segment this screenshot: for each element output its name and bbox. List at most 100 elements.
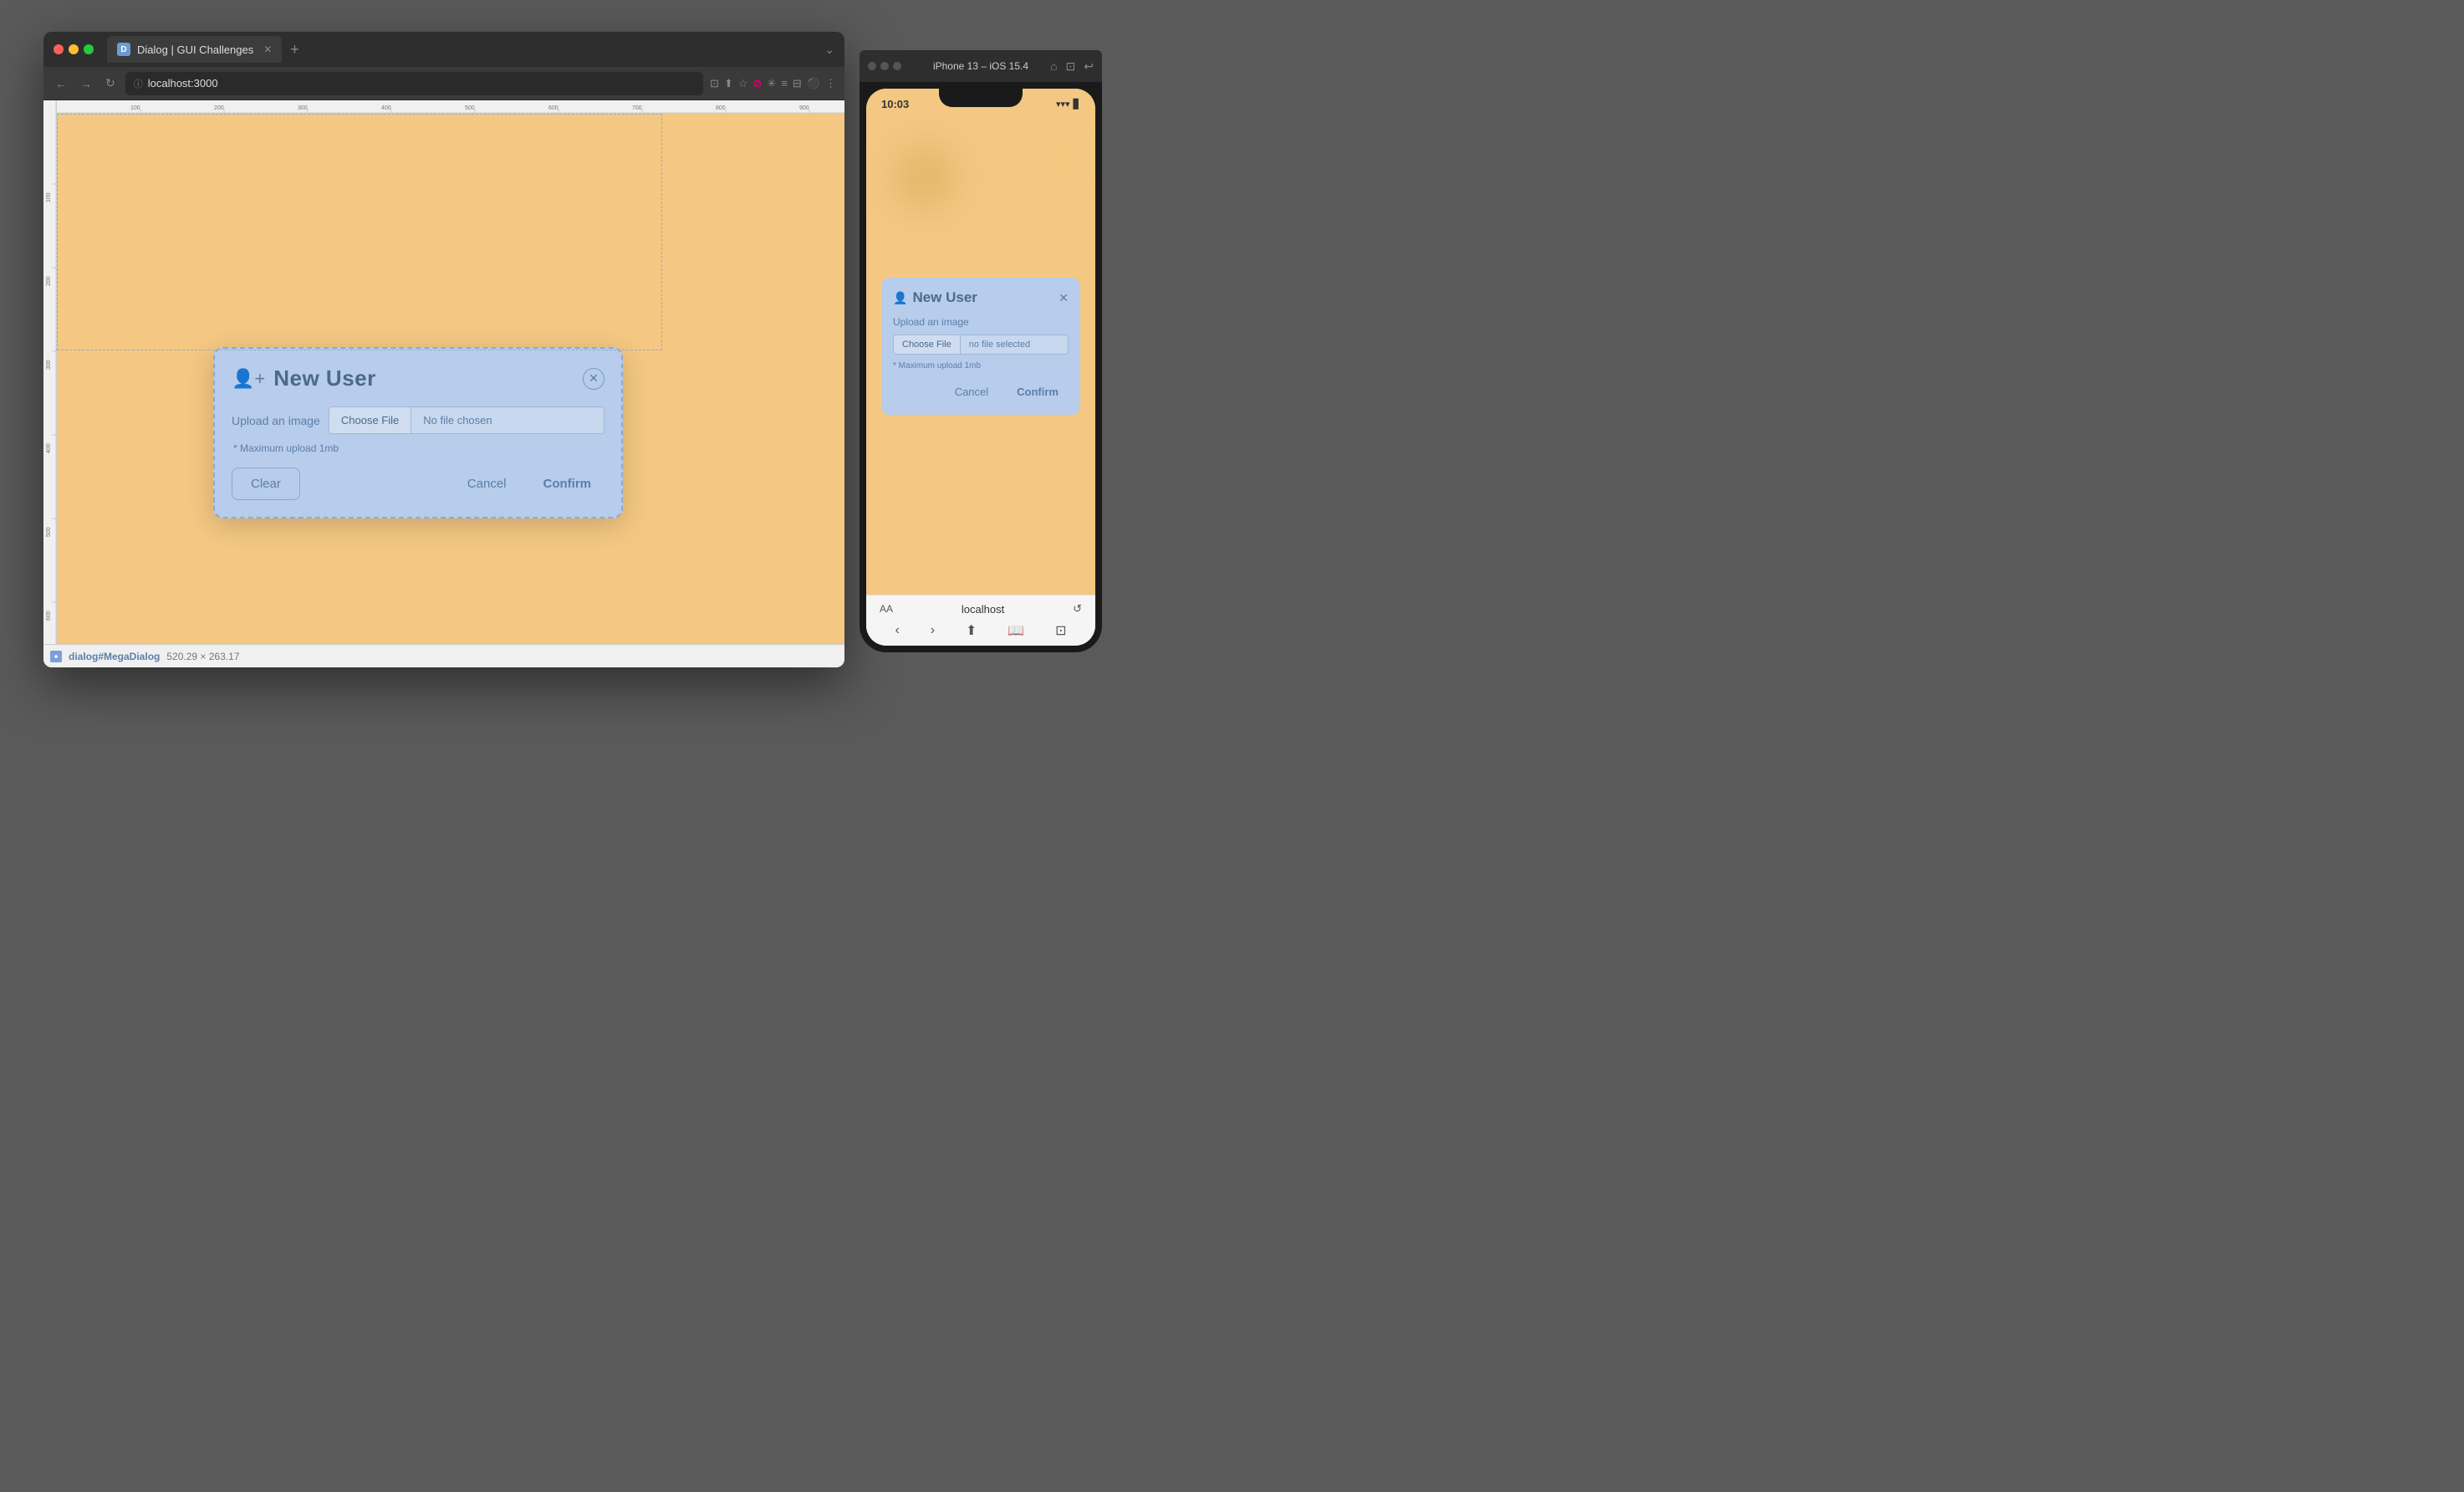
dialog-footer: Clear Cancel Confirm xyxy=(232,468,605,500)
no-file-label: No file chosen xyxy=(411,406,605,434)
dialog-action-buttons: Cancel Confirm xyxy=(454,468,605,499)
extension-icon[interactable]: ✳ xyxy=(767,77,776,90)
svg-text:500: 500 xyxy=(465,105,475,111)
iphone-cancel-button[interactable]: Cancel xyxy=(945,381,998,403)
svg-text:500: 500 xyxy=(46,527,52,537)
iphone-dialog-title-group: 👤 New User xyxy=(893,289,977,306)
dialog-title-group: 👤+ New User xyxy=(232,365,376,391)
iphone-user-add-icon: 👤 xyxy=(893,291,907,305)
iphone-notch xyxy=(939,89,1023,107)
tab-title: Dialog | GUI Challenges xyxy=(137,43,253,56)
browser-content: 100 200 300 400 500 600 700 800 900 xyxy=(43,100,844,667)
ruler-left-svg: 100 200 300 400 500 600 xyxy=(43,100,57,667)
shield-icon[interactable]: ⊘ xyxy=(753,77,763,90)
iphone-time: 10:03 xyxy=(881,98,909,110)
browser-titlebar: D Dialog | GUI Challenges ✕ + ⌄ xyxy=(43,32,844,67)
file-upload-row: Upload an image Choose File No file chos… xyxy=(232,406,605,434)
choose-file-button[interactable]: Choose File xyxy=(329,406,411,434)
iphone-dialog-header: 👤 New User ✕ xyxy=(893,289,1069,306)
external-link-icon[interactable]: ⊡ xyxy=(710,77,719,90)
tab-close-icon[interactable]: ✕ xyxy=(263,43,272,55)
iphone-back-icon[interactable]: ‹ xyxy=(895,623,899,638)
iphone-screen: 10:03 ▾▾▾ ▊ 👤 New User ✕ xyxy=(866,89,1095,646)
svg-text:400: 400 xyxy=(46,443,52,453)
wifi-icon: ▾▾▾ xyxy=(1056,99,1070,110)
tab-bar: D Dialog | GUI Challenges ✕ + xyxy=(107,36,818,63)
max-upload-note: * Maximum upload 1mb xyxy=(233,442,605,454)
iphone-close-light xyxy=(868,62,876,70)
svg-text:600: 600 xyxy=(548,105,559,111)
iphone-rotate-icon[interactable]: ↩ xyxy=(1084,59,1094,74)
maximize-traffic-light[interactable] xyxy=(84,44,94,54)
address-bar[interactable]: ⓘ localhost:3000 xyxy=(125,72,703,95)
svg-text:400: 400 xyxy=(381,105,391,111)
ruler-left: 100 200 300 400 500 600 xyxy=(43,100,57,667)
more-icon[interactable]: ⋮ xyxy=(825,77,836,90)
svg-text:800: 800 xyxy=(716,105,726,111)
iphone-bottom-bar: AA localhost ↺ ‹ › ⬆ 📖 ⊡ xyxy=(866,595,1095,646)
element-selector: dialog#MegaDialog xyxy=(69,651,160,662)
svg-text:600: 600 xyxy=(46,611,52,621)
iphone-title-bar: iPhone 13 – iOS 15.4 ⌂ ⊡ ↩ xyxy=(860,50,1102,82)
upload-label: Upload an image xyxy=(232,414,320,427)
iphone-close-button[interactable]: ✕ xyxy=(1059,291,1069,305)
iphone-forward-icon[interactable]: › xyxy=(931,623,935,638)
iphone-status-icons: ▾▾▾ ▊ xyxy=(1056,99,1080,110)
close-traffic-light[interactable] xyxy=(54,44,64,54)
bookmark-icon[interactable]: ☆ xyxy=(738,77,748,90)
iphone-home-icon[interactable]: ⌂ xyxy=(1050,59,1057,74)
tabs-icon[interactable]: ⊟ xyxy=(793,77,802,90)
iphone-background xyxy=(866,119,1095,278)
iphone-aa-text[interactable]: AA xyxy=(880,603,893,615)
iphone-bookmarks-icon[interactable]: 📖 xyxy=(1008,622,1024,639)
active-tab[interactable]: D Dialog | GUI Challenges ✕ xyxy=(107,36,282,63)
address-text: localhost:3000 xyxy=(148,77,218,89)
iphone-confirm-button[interactable]: Confirm xyxy=(1007,381,1069,403)
dialog-header: 👤+ New User ✕ xyxy=(232,365,605,391)
iphone-file-row: Choose File no file selected xyxy=(893,335,1069,355)
iphone-dialog-title: New User xyxy=(912,289,977,306)
forward-button[interactable]: → xyxy=(77,74,95,94)
iphone-title-text: iPhone 13 – iOS 15.4 xyxy=(933,60,1028,72)
iphone-no-file-label: no file selected xyxy=(961,335,1069,355)
iphone-url-text[interactable]: localhost xyxy=(962,603,1004,616)
iphone-nav-bar: ‹ › ⬆ 📖 ⊡ xyxy=(880,622,1082,639)
cancel-button[interactable]: Cancel xyxy=(454,468,520,499)
list-icon[interactable]: ≡ xyxy=(781,77,788,90)
iphone-tabs-icon[interactable]: ⊡ xyxy=(1055,622,1066,639)
svg-text:300: 300 xyxy=(46,360,52,370)
user-add-icon: 👤+ xyxy=(232,368,265,390)
blur-circle-1 xyxy=(891,144,958,211)
iphone-upload-label: Upload an image xyxy=(893,316,1069,328)
lock-icon: ⓘ xyxy=(134,77,143,90)
iphone-max-note: * Maximum upload 1mb xyxy=(893,361,1069,370)
iphone-choose-file-button[interactable]: Choose File xyxy=(893,335,961,355)
window-controls-right: ⌄ xyxy=(824,43,834,57)
file-input-group: Choose File No file chosen xyxy=(329,406,605,434)
dialog-close-button[interactable]: ✕ xyxy=(583,368,605,390)
browser-statusbar: dialog#MegaDialog 520.29 × 263.17 xyxy=(43,644,844,667)
dialog-title: New User xyxy=(273,365,376,391)
iphone-dialog-footer: Cancel Confirm xyxy=(893,381,1069,403)
iphone-share-icon[interactable]: ⬆ xyxy=(966,622,977,639)
svg-text:700: 700 xyxy=(632,105,642,111)
browser-window: D Dialog | GUI Challenges ✕ + ⌄ ← → ↻ ⓘ … xyxy=(43,32,844,667)
iphone-minimize-light xyxy=(880,62,889,70)
ruler-top-svg: 100 200 300 400 500 600 700 800 900 xyxy=(57,100,844,114)
dialog-body: Upload an image Choose File No file chos… xyxy=(232,406,605,454)
iphone-container: iPhone 13 – iOS 15.4 ⌂ ⊡ ↩ 10:03 ▾▾▾ ▊ xyxy=(860,50,1102,652)
iphone-new-user-dialog: 👤 New User ✕ Upload an image Choose File… xyxy=(881,278,1080,415)
clear-button[interactable]: Clear xyxy=(232,468,300,500)
iphone-screenshot-icon[interactable]: ⊡ xyxy=(1066,59,1076,74)
browser-toolbar-icons: ⊡ ⬆ ☆ ⊘ ✳ ≡ ⊟ ⚫ ⋮ xyxy=(710,77,836,90)
confirm-button[interactable]: Confirm xyxy=(530,468,605,499)
status-icon xyxy=(50,651,62,662)
cast-icon[interactable]: ⚫ xyxy=(807,77,820,90)
minimize-traffic-light[interactable] xyxy=(69,44,79,54)
back-button[interactable]: ← xyxy=(52,74,70,94)
reload-button[interactable]: ↻ xyxy=(102,73,119,94)
iphone-refresh-icon[interactable]: ↺ xyxy=(1073,602,1082,616)
tab-favicon: D xyxy=(117,43,130,56)
share-icon[interactable]: ⬆ xyxy=(724,77,733,90)
new-tab-icon[interactable]: + xyxy=(285,41,304,59)
